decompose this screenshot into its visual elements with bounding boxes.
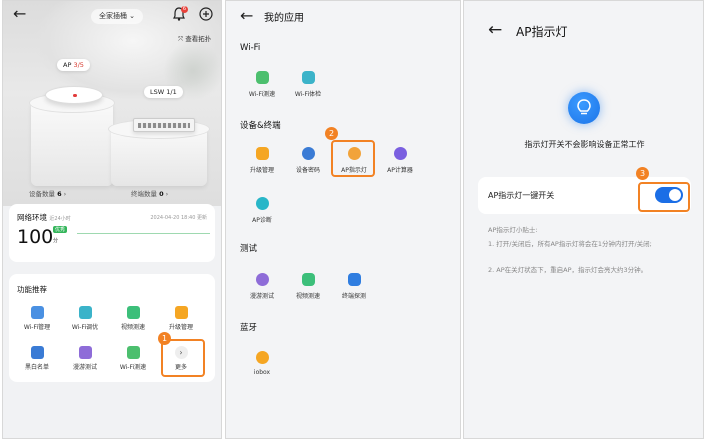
wifi-manage-icon	[30, 306, 44, 319]
step-badge-2: 2	[325, 127, 338, 140]
function-wifi-speedtest[interactable]: Wi-Fi测速	[109, 346, 157, 371]
device-count[interactable]: 设备数量 6 ›	[29, 188, 66, 198]
switch-label: AP指示灯一键开关	[488, 191, 555, 200]
app-terminal-probe[interactable]: 终端探测	[330, 273, 378, 300]
home-screen-panel: ← 全家插桶 ⌄ 6 ⤧ 查看拓扑 AP 3/5 LSW 1/1 设备数量 6 …	[2, 0, 222, 439]
ap-pedestal	[31, 101, 113, 186]
back-arrow-icon[interactable]: ←	[240, 6, 253, 25]
terminal-count[interactable]: 终端数量 0 ›	[131, 188, 168, 198]
black-white-list-icon	[30, 346, 44, 359]
function-wifi-manage[interactable]: Wi-Fi管理	[13, 306, 61, 331]
ap-device-image	[45, 86, 103, 104]
app-video-speedtest[interactable]: 视频测速	[284, 273, 332, 300]
password-icon	[301, 147, 315, 160]
home-selector[interactable]: 全家插桶 ⌄	[91, 9, 143, 24]
function-video-speedtest[interactable]: 视频测速	[109, 306, 157, 331]
terminal-icon	[347, 273, 361, 286]
function-label: Wi-Fi测速	[119, 364, 147, 371]
tips-title: AP指示灯小贴士:	[488, 226, 538, 234]
page-title: AP指示灯	[516, 25, 568, 39]
page-title: 我的应用	[264, 13, 304, 24]
highlight-ap-indicator	[331, 140, 375, 177]
app-upgrade[interactable]: 升级管理	[238, 147, 286, 174]
network-topology-hero	[3, 1, 221, 206]
app-ap-diagnosis[interactable]: AP诊断	[238, 197, 286, 224]
upgrade-icon	[255, 147, 269, 160]
score-badge: 优秀	[53, 226, 68, 233]
function-wifi-tuning[interactable]: Wi-Fi调优	[61, 306, 109, 331]
back-arrow-icon[interactable]: ←	[13, 4, 26, 23]
function-label: 漫游测试	[72, 364, 97, 371]
app-ap-calculator[interactable]: AP计算器	[376, 147, 424, 174]
app-iobox[interactable]: iobox	[238, 351, 286, 376]
add-icon[interactable]	[199, 6, 213, 25]
function-label: Wi-Fi调优	[71, 324, 99, 331]
wifi-speedtest-icon	[255, 71, 269, 84]
function-black-white-list[interactable]: 黑白名单	[13, 346, 61, 371]
bulb-icon	[568, 92, 600, 124]
app-device-password[interactable]: 设备密码	[284, 147, 332, 174]
section-device: 设备&终端	[240, 121, 281, 131]
ap-indicator-panel: ← AP指示灯 指示灯开关不会影响设备正常工作 AP指示灯一键开关 3 AP指示…	[463, 0, 704, 439]
wifi-tuning-icon	[78, 306, 92, 319]
function-label: Wi-Fi管理	[23, 324, 51, 331]
score-trend-line	[77, 233, 210, 234]
notification-badge: 6	[181, 6, 188, 13]
back-arrow-icon[interactable]: ←	[488, 20, 502, 40]
step-badge-1: 1	[158, 332, 171, 345]
function-roaming-test[interactable]: 漫游测试	[61, 346, 109, 371]
calculator-icon	[393, 147, 407, 160]
wifi-checkup-icon	[301, 71, 315, 84]
network-score: 100	[17, 226, 54, 248]
section-test: 测试	[240, 244, 258, 254]
wifi-speedtest-icon	[126, 346, 140, 359]
app-wifi-speedtest[interactable]: Wi-Fi测速	[238, 71, 286, 98]
video-icon	[301, 273, 315, 286]
roaming-icon	[255, 273, 269, 286]
app-roaming-test[interactable]: 漫游测试	[238, 273, 286, 300]
highlight-more	[161, 339, 205, 377]
indicator-description: 指示灯开关不会影响设备正常工作	[524, 140, 645, 149]
tip-2: 2. AP在关灯状态下，重启AP，指示灯会亮大约3分钟。	[488, 266, 648, 274]
highlight-toggle	[638, 182, 690, 212]
function-upgrade-manage[interactable]: 升级管理	[157, 306, 205, 331]
function-label: 视频测速	[120, 324, 145, 331]
diagnosis-icon	[255, 197, 269, 210]
video-speedtest-icon	[126, 306, 140, 319]
network-status-card[interactable]: 网络环境 近24小时 2024-04-20 18:40 更新 100 优秀 分	[9, 204, 215, 262]
network-update-time: 2024-04-20 18:40 更新	[150, 215, 207, 221]
view-topology-button[interactable]: ⤧ 查看拓扑	[178, 33, 211, 44]
section-wifi: Wi-Fi	[240, 43, 261, 53]
ap-count-tag[interactable]: AP 3/5	[57, 59, 90, 71]
tip-1: 1. 打开/关闭后，所有AP指示灯将会在1分钟内打开/关闭;	[488, 240, 652, 248]
my-apps-panel: ← 我的应用 Wi-Fi Wi-Fi测速 Wi-Fi体检 设备&终端 升级管理 …	[225, 0, 461, 439]
function-label: 升级管理	[168, 324, 193, 331]
iobox-icon	[255, 351, 269, 364]
app-wifi-checkup[interactable]: Wi-Fi体检	[284, 71, 332, 98]
roaming-test-icon	[78, 346, 92, 359]
switch-device-image	[133, 118, 195, 132]
lsw-count-tag[interactable]: LSW 1/1	[144, 86, 183, 98]
function-label: 黑白名单	[24, 364, 49, 371]
upgrade-manage-icon	[174, 306, 188, 319]
section-bluetooth: 蓝牙	[240, 323, 258, 333]
step-badge-3: 3	[636, 167, 649, 180]
